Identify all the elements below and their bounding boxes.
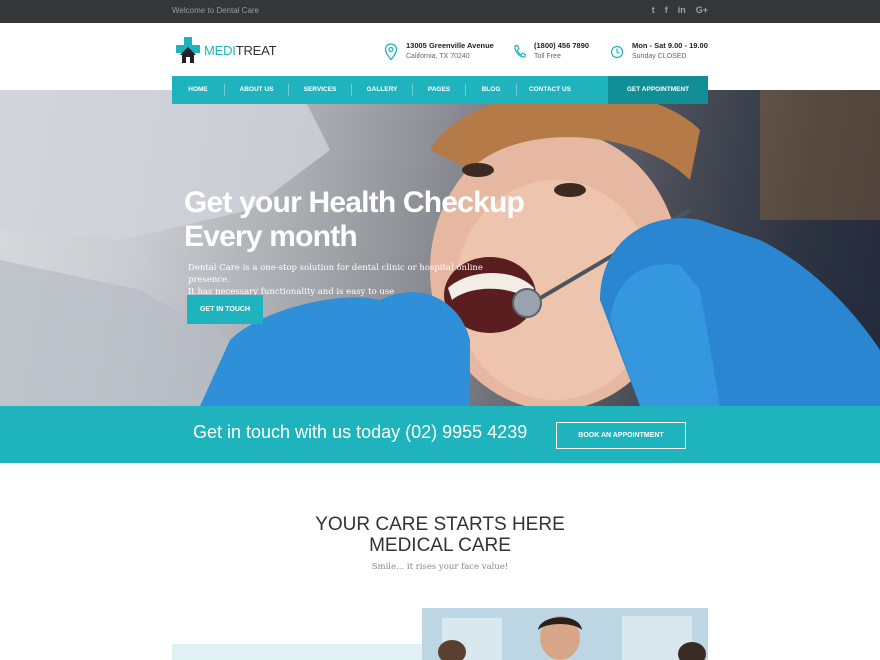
section-title-line1: YOUR CARE STARTS HERE — [315, 514, 565, 535]
doctors-photo — [422, 608, 708, 660]
section-subtitle: Smile... it rises your face value! — [371, 562, 509, 572]
clock-icon — [610, 45, 624, 59]
map-pin-icon — [384, 43, 398, 61]
nav-item-about-us[interactable]: ABOUT US — [225, 76, 288, 104]
medical-cross-house-icon — [175, 37, 201, 63]
nav-item-home[interactable]: HOME — [172, 76, 224, 104]
nav-item-contact-us[interactable]: CONTACT US — [517, 76, 583, 104]
contact-band: Get in touch with us today (02) 9955 423… — [0, 406, 880, 463]
hero-description: Dental Care is a one-stop solution for d… — [188, 263, 483, 297]
phone-number[interactable]: (1800) 456 7890 — [534, 41, 589, 51]
logo-text: MEDITREAT — [204, 42, 277, 58]
nav-item-gallery[interactable]: GALLERY — [352, 76, 412, 104]
google-plus-icon[interactable]: G+ — [696, 5, 708, 16]
section-title-line2: MEDICAL CARE — [369, 535, 511, 556]
social-links: t f in G+ — [652, 5, 708, 16]
address-line1: 13005 Greenville Avenue — [406, 41, 494, 50]
nav-item-services[interactable]: SERVICES — [289, 76, 351, 104]
facebook-icon[interactable]: f — [665, 5, 668, 16]
linkedin-icon[interactable]: in — [678, 5, 686, 16]
hours-sunday: Sunday CLOSED — [632, 53, 687, 60]
phone-note: Toll Free — [534, 53, 561, 60]
nav-item-blog[interactable]: BLOG — [466, 76, 516, 104]
main-nav: HOME ABOUT US SERVICES GALLERY PAGES BLO… — [172, 76, 708, 104]
nav-item-pages[interactable]: PAGES — [413, 76, 465, 104]
phone-info: (1800) 456 7890 Toll Free — [512, 41, 589, 62]
get-in-touch-button[interactable]: GET IN TOUCH — [187, 295, 263, 324]
hours-info: Mon - Sat 9.00 - 19.00 Sunday CLOSED — [610, 41, 708, 62]
get-appointment-button[interactable]: GET APPOINTMENT — [608, 76, 708, 104]
book-appointment-button[interactable]: BOOK AN APPOINTMENT — [556, 422, 686, 449]
info-card — [172, 644, 438, 660]
top-bar: Welcome to Dental Care t f in G+ — [0, 0, 880, 23]
contact-band-text: Get in touch with us today (02) 9955 423… — [193, 422, 528, 442]
twitter-icon[interactable]: t — [652, 5, 655, 16]
hero-banner: Get your Health Checkup Every month Dent… — [0, 90, 880, 406]
welcome-text: Welcome to Dental Care — [172, 6, 259, 15]
hero-title: Get your Health Checkup Every month — [184, 186, 525, 253]
phone-icon — [514, 44, 526, 58]
site-header: MEDITREAT 13005 Greenville Avenue Califo… — [0, 23, 880, 77]
site-logo[interactable]: MEDITREAT — [175, 37, 277, 63]
address-line2: California, TX 70240 — [406, 53, 470, 60]
address-info: 13005 Greenville Avenue California, TX 7… — [384, 41, 494, 62]
hours-weekdays: Mon - Sat 9.00 - 19.00 — [632, 41, 708, 50]
